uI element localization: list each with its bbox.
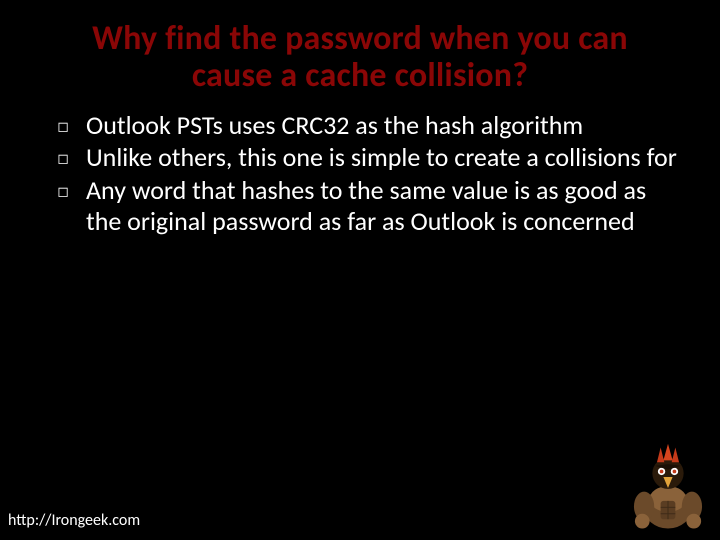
slide-title: Why find the password when you can cause…	[0, 0, 720, 105]
list-item: ◻ Unlike others, this one is simple to c…	[40, 142, 680, 173]
mascot-image	[622, 442, 714, 534]
bullet-icon: ◻	[40, 110, 86, 135]
list-item: ◻ Any word that hashes to the same value…	[40, 175, 680, 236]
bullet-text: Outlook PSTs uses CRC32 as the hash algo…	[86, 110, 680, 141]
list-item: ◻ Outlook PSTs uses CRC32 as the hash al…	[40, 110, 680, 141]
bullet-text: Unlike others, this one is simple to cre…	[86, 142, 680, 173]
bullet-text: Any word that hashes to the same value i…	[86, 175, 680, 236]
bullet-icon: ◻	[40, 142, 86, 167]
slide: Why find the password when you can cause…	[0, 0, 720, 540]
bullet-icon: ◻	[40, 175, 86, 200]
slide-body: ◻ Outlook PSTs uses CRC32 as the hash al…	[0, 105, 720, 237]
footer-url: http://Irongeek.com	[8, 511, 140, 530]
